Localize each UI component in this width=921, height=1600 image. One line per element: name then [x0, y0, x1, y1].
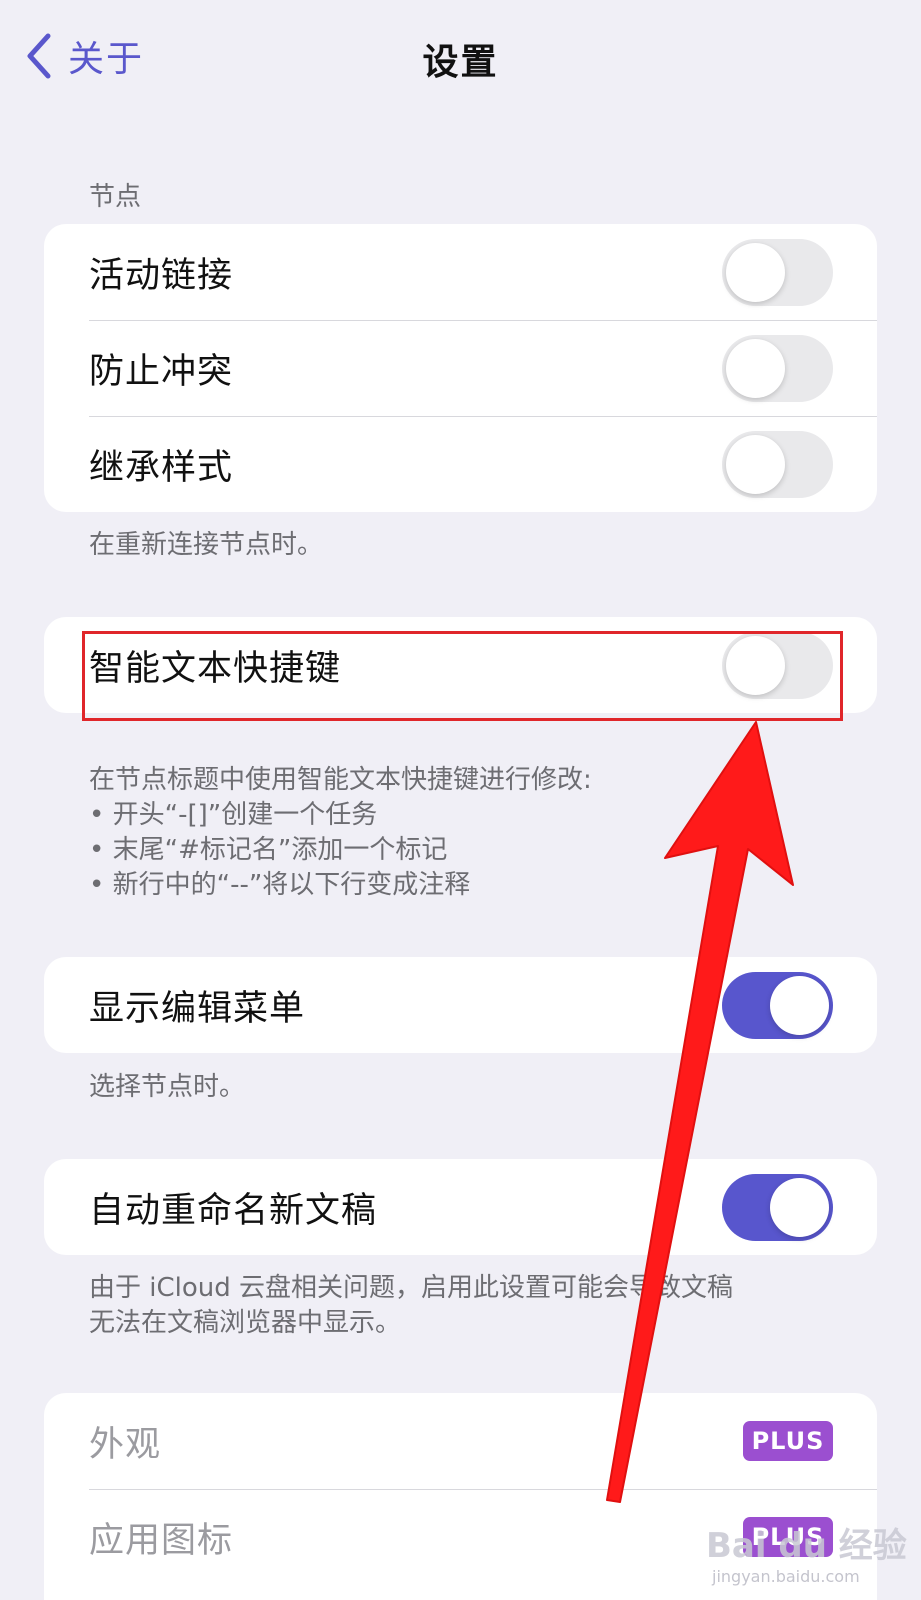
- toggle-knob: [726, 338, 785, 398]
- smart-text-shortcuts-toggle[interactable]: [722, 631, 833, 699]
- row-label: 应用图标: [89, 1520, 234, 1561]
- smart-text-group: 智能文本快捷键: [44, 617, 877, 713]
- row-show-edit-menu: 显示编辑菜单: [44, 957, 877, 1053]
- plus-badge[interactable]: PLUS: [743, 1421, 833, 1461]
- show-edit-menu-toggle[interactable]: [722, 971, 833, 1039]
- row-label: 继承样式: [89, 447, 234, 488]
- row-label: 防止冲突: [89, 351, 234, 392]
- auto-rename-group: 自动重命名新文稿: [44, 1159, 877, 1255]
- edit-menu-group: 显示编辑菜单: [44, 957, 877, 1053]
- row-smart-text-shortcuts: 智能文本快捷键: [44, 617, 877, 713]
- page-title: 设置: [422, 42, 499, 83]
- row-active-links: 活动链接: [44, 224, 877, 320]
- watermark-logo: Bai du 经验: [706, 1526, 907, 1566]
- toggle-knob: [770, 1177, 829, 1237]
- row-label: 显示编辑菜单: [89, 988, 306, 1029]
- row-appearance[interactable]: 外观 PLUS: [44, 1393, 877, 1489]
- row-auto-rename: 自动重命名新文稿: [44, 1159, 877, 1255]
- inherit-style-toggle[interactable]: [722, 430, 833, 498]
- row-inherit-style: 继承样式: [44, 416, 877, 512]
- auto-rename-toggle[interactable]: [722, 1173, 833, 1241]
- section-footer-nodes: 在重新连接节点时。: [89, 530, 324, 560]
- section-footer-smart-text: 在节点标题中使用智能文本快捷键进行修改: • 开头“-[]”创建一个任务 • 末…: [89, 765, 592, 900]
- nodes-group: 活动链接 防止冲突 继承样式: [44, 224, 877, 512]
- active-links-toggle[interactable]: [722, 238, 833, 306]
- toggle-knob: [726, 242, 785, 302]
- toggle-knob: [770, 975, 829, 1035]
- row-label: 智能文本快捷键: [89, 648, 342, 689]
- section-footer-auto-rename: 由于 iCloud 云盘相关问题，启用此设置可能会导致文稿 无法在文稿浏览器中显…: [89, 1273, 734, 1338]
- settings-screen: 关于 设置 节点 活动链接 防止冲突 继承样式 在重新连接节点时。 智能文本快捷…: [0, 0, 921, 1600]
- row-label: 自动重命名新文稿: [89, 1190, 378, 1231]
- section-footer-edit-menu: 选择节点时。: [89, 1072, 246, 1102]
- row-prevent-conflicts: 防止冲突: [44, 320, 877, 416]
- row-label: 活动链接: [89, 255, 234, 296]
- section-header-nodes: 节点: [89, 182, 142, 212]
- navigation-bar: 关于 设置: [0, 0, 921, 110]
- toggle-knob: [726, 635, 785, 695]
- prevent-conflicts-toggle[interactable]: [722, 334, 833, 402]
- row-label: 外观: [89, 1424, 162, 1465]
- toggle-knob: [726, 434, 785, 494]
- watermark-url: jingyan.baidu.com: [712, 1567, 860, 1586]
